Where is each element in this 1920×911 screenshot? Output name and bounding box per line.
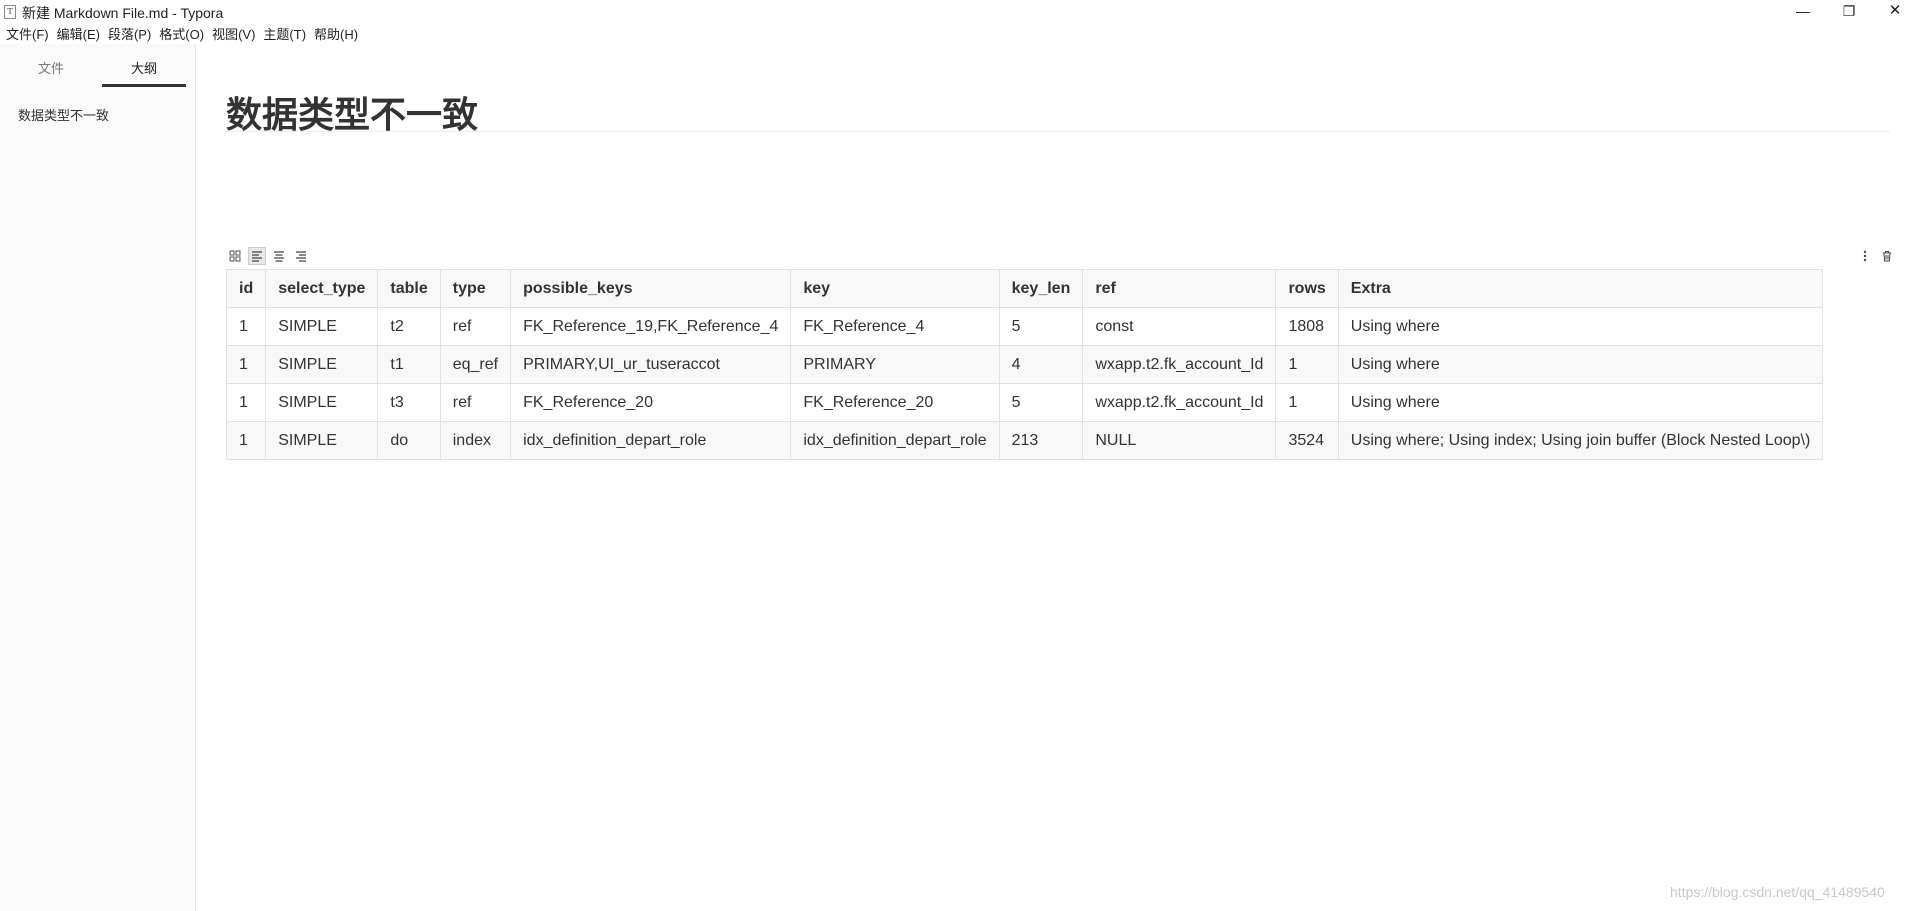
header-possible-keys[interactable]: possible_keys [510, 269, 792, 308]
table-cell[interactable]: SIMPLE [265, 383, 379, 422]
watermark: https://blog.csdn.net/qq_41489540 [1670, 884, 1885, 900]
explain-table[interactable]: id select_type table type possible_keys … [225, 269, 1824, 460]
table-toolbar [226, 247, 310, 265]
menu-view[interactable]: 视图(V) [212, 24, 255, 44]
table-cell[interactable]: 213 [998, 421, 1084, 460]
table-cell[interactable]: Using where [1337, 383, 1824, 422]
table-cell[interactable]: 1 [1275, 345, 1339, 384]
table-row: 1 SIMPLE do index idx_definition_depart_… [225, 421, 1824, 460]
table-cell[interactable]: Using where; Using index; Using join buf… [1337, 421, 1824, 460]
table-cell[interactable]: 1 [1275, 383, 1339, 422]
table-cell[interactable]: idx_definition_depart_role [790, 421, 1000, 460]
header-select-type[interactable]: select_type [265, 269, 379, 308]
menu-bar: 文件(F) 编辑(E) 段落(P) 格式(O) 视图(V) 主题(T) 帮助(H… [0, 24, 360, 44]
menu-file[interactable]: 文件(F) [6, 24, 49, 44]
table-cell[interactable]: do [377, 421, 441, 460]
table-cell[interactable]: 1 [225, 307, 267, 346]
table-cell[interactable]: 1808 [1275, 307, 1339, 346]
menu-format[interactable]: 格式(O) [159, 24, 204, 44]
table-cell[interactable]: FK_Reference_20 [790, 383, 1000, 422]
table-cell[interactable]: t2 [377, 307, 441, 346]
menu-theme[interactable]: 主题(T) [263, 24, 306, 44]
table-cell[interactable]: SIMPLE [265, 345, 379, 384]
header-rows[interactable]: rows [1275, 269, 1339, 308]
table-cell[interactable]: SIMPLE [265, 307, 379, 346]
tab-outline[interactable]: 大纲 [104, 58, 184, 77]
typora-app-icon: T [4, 5, 16, 19]
active-tab-indicator [102, 84, 186, 87]
header-id[interactable]: id [225, 269, 267, 308]
header-key[interactable]: key [790, 269, 1000, 308]
table-cell[interactable]: t1 [377, 345, 441, 384]
table-cell[interactable]: 1 [225, 345, 267, 384]
table-cell[interactable]: NULL [1082, 421, 1277, 460]
table-cell[interactable]: PRIMARY,UI_ur_tuseraccot [510, 345, 792, 384]
align-center-icon[interactable] [270, 247, 288, 265]
align-left-icon[interactable] [248, 247, 266, 265]
table-cell[interactable]: FK_Reference_4 [790, 307, 1000, 346]
table-cell[interactable]: 5 [998, 307, 1084, 346]
table-cell[interactable]: idx_definition_depart_role [510, 421, 792, 460]
table-cell[interactable]: eq_ref [439, 345, 512, 384]
table-cell[interactable]: 1 [225, 421, 267, 460]
header-ref[interactable]: ref [1082, 269, 1277, 308]
maximize-button[interactable]: ❐ [1826, 0, 1872, 24]
table-header-row: id select_type table type possible_keys … [225, 269, 1824, 308]
table-row: 1 SIMPLE t3 ref FK_Reference_20 FK_Refer… [225, 383, 1824, 422]
minimize-button[interactable]: — [1780, 0, 1826, 24]
table-cell[interactable]: Using where [1337, 345, 1824, 384]
table-toolbar-right [1856, 247, 1896, 265]
table-cell[interactable]: PRIMARY [790, 345, 1000, 384]
table-cell[interactable]: wxapp.t2.fk_account_Id [1082, 345, 1277, 384]
table-cell[interactable]: 1 [225, 383, 267, 422]
table-cell[interactable]: 3524 [1275, 421, 1339, 460]
sidebar: 文件 大纲 数据类型不一致 [0, 44, 196, 911]
table-cell[interactable]: wxapp.t2.fk_account_Id [1082, 383, 1277, 422]
header-type[interactable]: type [439, 269, 512, 308]
tab-files[interactable]: 文件 [11, 58, 91, 77]
table-cell[interactable]: 5 [998, 383, 1084, 422]
table-cell[interactable]: SIMPLE [265, 421, 379, 460]
table-cell[interactable]: ref [439, 383, 512, 422]
outline-item[interactable]: 数据类型不一致 [18, 105, 109, 124]
table-row: 1 SIMPLE t2 ref FK_Reference_19,FK_Refer… [225, 307, 1824, 346]
table-cell[interactable]: FK_Reference_19,FK_Reference_4 [510, 307, 792, 346]
header-table[interactable]: table [377, 269, 441, 308]
title-bar: T 新建 Markdown File.md - Typora — ❐ ✕ [0, 0, 1920, 24]
table-row: 1 SIMPLE t1 eq_ref PRIMARY,UI_ur_tuserac… [225, 345, 1824, 384]
menu-help[interactable]: 帮助(H) [314, 24, 358, 44]
table-cell[interactable]: FK_Reference_20 [510, 383, 792, 422]
table-cell[interactable]: const [1082, 307, 1277, 346]
header-key-len[interactable]: key_len [998, 269, 1084, 308]
heading-divider [226, 131, 1890, 132]
delete-table-icon[interactable] [1878, 247, 1896, 265]
header-extra[interactable]: Extra [1337, 269, 1824, 308]
table-cell[interactable]: index [439, 421, 512, 460]
table-cell[interactable]: ref [439, 307, 512, 346]
menu-edit[interactable]: 编辑(E) [57, 24, 100, 44]
close-button[interactable]: ✕ [1872, 0, 1918, 24]
window-title: 新建 Markdown File.md - Typora [22, 5, 224, 21]
align-right-icon[interactable] [292, 247, 310, 265]
table-cell[interactable]: Using where [1337, 307, 1824, 346]
table-cell[interactable]: 4 [998, 345, 1084, 384]
table-cell[interactable]: t3 [377, 383, 441, 422]
table-resize-icon[interactable] [226, 247, 244, 265]
more-options-icon[interactable] [1856, 247, 1874, 265]
menu-paragraph[interactable]: 段落(P) [108, 24, 151, 44]
